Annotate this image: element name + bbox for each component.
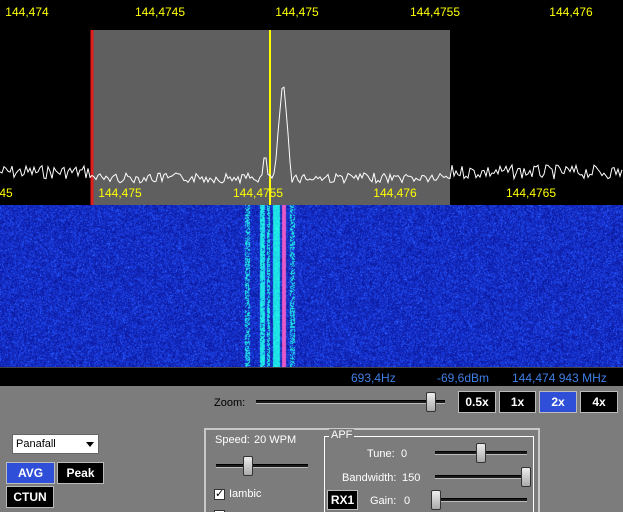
scale-label: 45: [0, 186, 13, 200]
bandwidth-label: Bandwidth:: [342, 472, 397, 484]
checkmark-icon: ✓: [215, 488, 225, 500]
apf-legend: APF: [329, 429, 355, 441]
scale-label: 144,475: [98, 186, 142, 200]
cursor-status-bar: 693,4Hz -69,6dBm 144,474 943 MHz: [0, 367, 623, 386]
zoom-slider[interactable]: [252, 391, 449, 413]
scale-label: 144,4765: [505, 186, 557, 200]
apf-gain-slider[interactable]: [431, 489, 531, 511]
panadapter-graphics: [0, 30, 623, 205]
speed-slider-thumb[interactable]: [243, 456, 253, 476]
cursor-level: -69,6dBm: [437, 371, 490, 385]
bandwidth-value: 150: [402, 472, 421, 484]
speed-slider-track: [216, 464, 308, 468]
avg-button[interactable]: AVG: [6, 462, 55, 484]
peak-button[interactable]: Peak: [57, 462, 104, 484]
cursor-frequency: 144,474 943 MHz: [512, 371, 607, 385]
scale-label: 144,4745: [134, 5, 186, 19]
scale-label: 144,476: [549, 5, 593, 19]
tune-slider-thumb[interactable]: [476, 443, 486, 463]
scale-label: 144,4755: [409, 5, 461, 19]
apf-group: APF Tune: 0 Bandwidth: 150 RX1 Gain: 0: [324, 429, 534, 512]
display-mode-value: Panafall: [16, 438, 56, 450]
speed-value: 20 WPM: [254, 434, 297, 446]
bandwidth-slider-track: [435, 475, 527, 479]
panadapter[interactable]: 144,474 144,4745 144,475 144,4755 144,47…: [0, 0, 623, 205]
gain-value: 0: [404, 495, 411, 507]
zoom-slider-track: [256, 400, 445, 404]
cursor-offset: 693,4Hz: [351, 371, 396, 385]
speed-label: Speed:: [215, 434, 250, 446]
bandwidth-slider-thumb[interactable]: [521, 467, 531, 487]
iambic-checkbox[interactable]: ✓: [214, 488, 225, 500]
zoom-2x-button[interactable]: 2x: [539, 391, 577, 413]
zoom-1x-button[interactable]: 1x: [499, 391, 536, 413]
chevron-down-icon: [86, 442, 94, 447]
scale-label: 144,4755: [232, 186, 284, 200]
gain-label: Gain:: [370, 495, 397, 507]
apf-bandwidth-slider[interactable]: [431, 466, 531, 488]
tune-value: 0: [401, 448, 408, 460]
iambic-label: Iambic: [229, 488, 262, 500]
gain-slider-track: [435, 498, 527, 502]
zoom-label: Zoom:: [214, 397, 246, 409]
control-panel: Zoom: 0.5x 1x 2x 4x Panafall AVG Peak CT…: [0, 386, 623, 512]
apf-tune-slider[interactable]: [431, 442, 531, 464]
scale-label: 144,476: [373, 186, 417, 200]
waterfall-display[interactable]: [0, 205, 623, 367]
scale-label: 144,474: [5, 5, 49, 19]
cw-panel: Speed: 20 WPM ✓ Iambic APF Tune: 0 Bandw…: [204, 428, 540, 512]
gain-slider-thumb[interactable]: [431, 490, 441, 510]
rx1-button[interactable]: RX1: [327, 490, 358, 510]
zoom-0.5x-button[interactable]: 0.5x: [458, 391, 496, 413]
sdr-console: 144,474 144,4745 144,475 144,4755 144,47…: [0, 0, 623, 512]
tune-label: Tune:: [367, 448, 395, 460]
speed-slider[interactable]: [212, 455, 312, 477]
display-mode-select[interactable]: Panafall: [12, 434, 99, 454]
ctun-button[interactable]: CTUN: [6, 486, 54, 508]
waterfall-canvas: [0, 205, 623, 367]
zoom-4x-button[interactable]: 4x: [580, 391, 618, 413]
scale-label: 144,475: [275, 5, 319, 19]
zoom-slider-thumb[interactable]: [426, 392, 436, 412]
